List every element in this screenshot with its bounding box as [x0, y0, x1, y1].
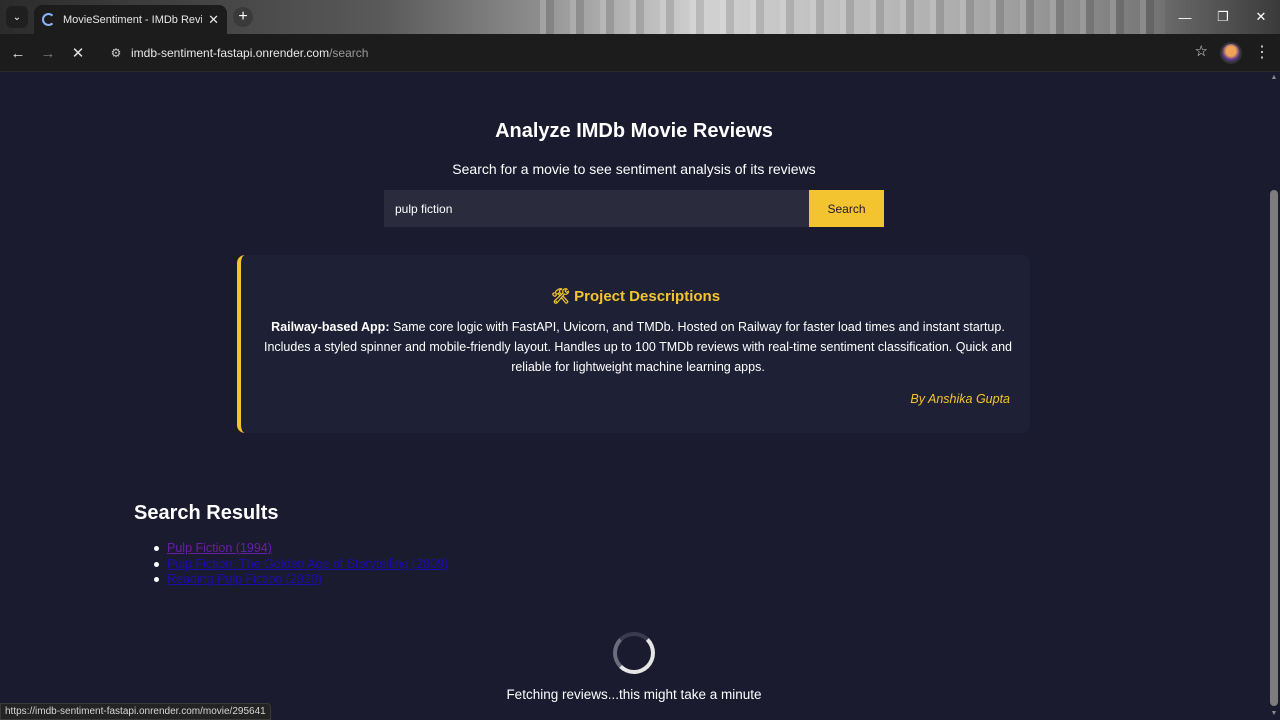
url-text: imdb-sentiment-fastapi.onrender.com/sear…: [131, 46, 368, 60]
star-icon[interactable]: ☆: [1195, 42, 1208, 60]
address-bar[interactable]: ⚙ imdb-sentiment-fastapi.onrender.com/se…: [104, 40, 1214, 66]
new-tab-button[interactable]: +: [233, 7, 253, 27]
result-link[interactable]: Pulp Fiction (1994): [167, 541, 272, 555]
status-bar-url: https://imdb-sentiment-fastapi.onrender.…: [0, 703, 271, 720]
url-host: imdb-sentiment-fastapi.onrender.com: [131, 46, 330, 60]
window-close-button[interactable]: ✕: [1242, 0, 1280, 34]
kebab-icon[interactable]: ⋮: [1254, 42, 1270, 64]
arrow-left-icon: ←: [10, 44, 26, 62]
project-card-body: Railway-based App: Same core logic with …: [263, 317, 1013, 377]
project-card-lead: Railway-based App:: [271, 320, 390, 334]
bullet-icon: [154, 546, 159, 551]
results-heading: Search Results: [134, 502, 279, 524]
arrow-right-icon: →: [40, 44, 56, 62]
loading-spinner-icon: [613, 632, 655, 674]
bullet-icon: [154, 561, 159, 567]
address-toolbar: ← → ✕ ⚙ imdb-sentiment-fastapi.onrender.…: [0, 34, 1280, 72]
minimize-button[interactable]: —: [1166, 0, 1204, 34]
chevron-down-icon: ⌄: [12, 11, 22, 23]
result-link[interactable]: Reading Pulp Fiction (2020): [167, 572, 322, 586]
tab-active[interactable]: MovieSentiment - IMDb Review ✕: [34, 5, 227, 34]
bullet-icon: [154, 577, 159, 583]
maximize-button[interactable]: ❐: [1204, 0, 1242, 34]
avatar[interactable]: [1220, 42, 1242, 64]
tab-search-button[interactable]: ⌄: [6, 6, 28, 28]
page-title: Analyze IMDb Movie Reviews: [495, 120, 773, 142]
loading-message: Fetching reviews...this might take a min…: [506, 687, 762, 702]
scroll-down-icon[interactable]: ▼: [1270, 710, 1278, 718]
forward-button[interactable]: →: [37, 42, 59, 64]
close-icon[interactable]: ✕: [208, 12, 219, 28]
project-card-title: 🛠 Project Descriptions: [550, 288, 721, 305]
search-input[interactable]: [384, 190, 809, 227]
scroll-up-icon[interactable]: ▲: [1270, 74, 1278, 82]
tune-icon[interactable]: ⚙: [106, 43, 126, 63]
project-card-author: By Anshika Gupta: [910, 392, 1010, 406]
tab-strip: ⌄ MovieSentiment - IMDb Review ✕ + — ❐ ✕: [0, 0, 1280, 34]
back-button[interactable]: ←: [7, 42, 29, 64]
loading-spinner-icon: [42, 13, 55, 26]
url-path: /search: [329, 46, 369, 60]
stop-loading-button[interactable]: ✕: [67, 42, 89, 64]
project-description-card: 🛠 Project Descriptions Railway-based App…: [237, 255, 1030, 433]
scrollbar-thumb[interactable]: [1270, 190, 1278, 706]
close-icon: ✕: [1255, 9, 1267, 24]
page-content: Analyze IMDb Movie Reviews Search for a …: [0, 72, 1268, 720]
window-background-pattern: [540, 0, 1165, 34]
scrollbar[interactable]: ▲ ▼: [1268, 72, 1280, 720]
search-button[interactable]: Search: [809, 190, 884, 227]
close-icon: ✕: [71, 45, 85, 62]
minimize-icon: —: [1178, 9, 1192, 25]
tab-title: MovieSentiment - IMDb Review: [63, 13, 203, 26]
restore-icon: ❐: [1217, 9, 1229, 24]
page-subtitle: Search for a movie to see sentiment anal…: [452, 161, 816, 177]
result-link[interactable]: Pulp Fiction: The Golden Age of Storytel…: [167, 557, 448, 571]
